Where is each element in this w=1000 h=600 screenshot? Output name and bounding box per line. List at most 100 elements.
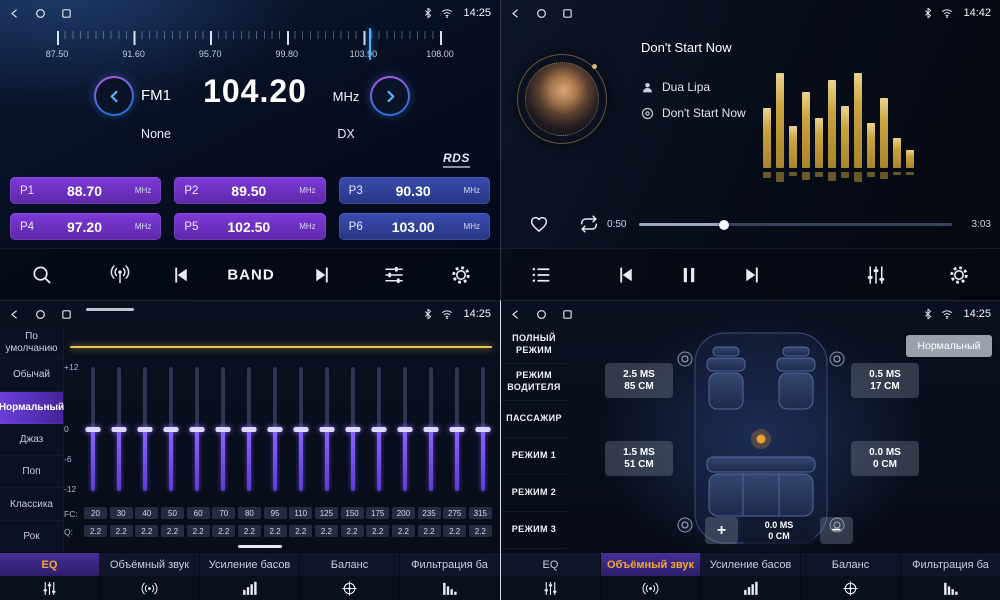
settings-button[interactable] [948,263,971,286]
audio-tab-filter[interactable]: Фильтрация ба [400,553,500,576]
band-q-value[interactable]: 2.2 [238,525,261,537]
previous-track-button[interactable] [615,263,638,286]
band-frequency-value[interactable]: 110 [289,507,312,519]
audio-tab-surround[interactable]: Объёмный звук [100,553,200,576]
audio-tab-button-surround[interactable] [100,576,200,600]
eq-band-slider-30[interactable] [110,367,128,491]
eq-preset-item[interactable]: Рок [0,521,63,553]
band-q-value[interactable]: 2.2 [341,525,364,537]
audio-tab-button-filter[interactable] [901,576,1000,600]
band-q-value[interactable]: 2.2 [315,525,338,537]
band-frequency-value[interactable]: 40 [135,507,158,519]
slider-handle[interactable] [320,427,335,432]
surround-mode-item[interactable]: РЕЖИМ 1 [501,438,567,475]
band-frequency-value[interactable]: 150 [341,507,364,519]
band-q-value[interactable]: 2.2 [161,525,184,537]
band-frequency-value[interactable]: 315 [469,507,492,519]
audio-tab-surround[interactable]: Объёмный звук [601,553,701,576]
slider-handle[interactable] [450,427,465,432]
dx-mode-label[interactable]: DX [318,127,374,141]
back-nav-icon[interactable] [9,8,20,19]
eq-band-slider-275[interactable] [448,367,466,491]
slider-handle[interactable] [476,427,491,432]
eq-preset-item[interactable]: Джаз [0,424,63,456]
progress-bar[interactable] [639,223,952,226]
band-frequency-value[interactable]: 60 [187,507,210,519]
eq-band-slider-50[interactable] [162,367,180,491]
seek-up-button[interactable] [311,263,334,286]
surround-mode-item[interactable]: РЕЖИМ 3 [501,512,567,549]
recents-nav-icon[interactable] [562,309,573,320]
progress-knob[interactable] [719,220,729,230]
back-nav-icon[interactable] [510,8,521,19]
audio-tab-filter[interactable]: Фильтрация ба [901,553,1000,576]
band-button[interactable]: BAND [227,266,274,283]
delay-rear-right[interactable]: 0.0 MS 0 CM [851,441,919,476]
audio-tab-button-filter[interactable] [400,576,500,600]
band-q-value[interactable]: 2.2 [469,525,492,537]
band-q-value[interactable]: 2.2 [264,525,287,537]
home-nav-icon[interactable] [536,309,547,320]
delay-decrease-button[interactable]: − [820,517,853,544]
sound-profile-button[interactable]: Нормальный [906,335,992,357]
band-q-value[interactable]: 2.2 [289,525,312,537]
preset-button-p6[interactable]: P6103.00MHz [339,213,490,240]
band-frequency-value[interactable]: 125 [315,507,338,519]
band-frequency-value[interactable]: 20 [84,507,107,519]
eq-band-slider-40[interactable] [136,367,154,491]
pause-button[interactable] [678,263,701,286]
delay-rear-left[interactable]: 1.5 MS 51 CM [605,441,673,476]
recents-nav-icon[interactable] [61,309,72,320]
band-q-value[interactable]: 2.2 [110,525,133,537]
slider-handle[interactable] [424,427,439,432]
repeat-button[interactable] [578,213,600,235]
eq-band-slider-95[interactable] [266,367,284,491]
preset-button-p2[interactable]: P289.50MHz [174,177,325,204]
slider-handle[interactable] [346,427,361,432]
slider-handle[interactable] [398,427,413,432]
eq-preset-item[interactable]: Классика [0,488,63,520]
slider-handle[interactable] [294,427,309,432]
favorite-button[interactable] [528,213,550,235]
eq-preset-item[interactable]: Обычай [0,359,63,391]
audio-tab-bass[interactable]: Усиление басов [701,553,801,576]
recents-nav-icon[interactable] [562,8,573,19]
eq-preset-item[interactable]: Поп [0,456,63,488]
delay-front-right[interactable]: 0.5 MS 17 CM [851,363,919,398]
audio-tab-button-bass[interactable] [200,576,300,600]
band-q-value[interactable]: 2.2 [84,525,107,537]
eq-band-slider-200[interactable] [396,367,414,491]
audio-tab-sliders-v[interactable]: EQ [0,553,100,576]
band-frequency-value[interactable]: 95 [264,507,287,519]
slider-handle[interactable] [216,427,231,432]
band-q-value[interactable]: 2.2 [212,525,235,537]
band-frequency-value[interactable]: 200 [392,507,415,519]
surround-mode-item[interactable]: ПОЛНЫЙ РЕЖИМ [501,327,567,364]
audio-tab-button-surround[interactable] [601,576,701,600]
band-q-value[interactable]: 2.2 [135,525,158,537]
band-q-value[interactable]: 2.2 [443,525,466,537]
tune-down-button[interactable] [94,76,134,116]
audio-tab-button-sliders-v[interactable] [0,576,100,600]
audio-settings-button[interactable] [383,263,406,286]
audio-tab-button-balance[interactable] [801,576,901,600]
eq-band-slider-150[interactable] [344,367,362,491]
surround-mode-item[interactable]: ПАССАЖИР [501,401,567,438]
eq-preset-item[interactable]: Нормальный [0,392,63,424]
audio-tab-balance[interactable]: Баланс [300,553,400,576]
slider-handle[interactable] [138,427,153,432]
slider-handle[interactable] [112,427,127,432]
eq-bands-scrollbar[interactable] [238,545,282,548]
eq-band-slider-20[interactable] [84,367,102,491]
band-q-value[interactable]: 2.2 [392,525,415,537]
slider-handle[interactable] [372,427,387,432]
audio-settings-button[interactable] [865,263,888,286]
band-q-value[interactable]: 2.2 [187,525,210,537]
eq-band-slider-315[interactable] [474,367,492,491]
eq-band-slider-175[interactable] [370,367,388,491]
audio-tab-bass[interactable]: Усиление басов [200,553,300,576]
band-frequency-value[interactable]: 50 [161,507,184,519]
preset-button-p4[interactable]: P497.20MHz [10,213,161,240]
delay-front-left[interactable]: 2.5 MS 85 CM [605,363,673,398]
surround-mode-item[interactable]: РЕЖИМ 2 [501,475,567,512]
